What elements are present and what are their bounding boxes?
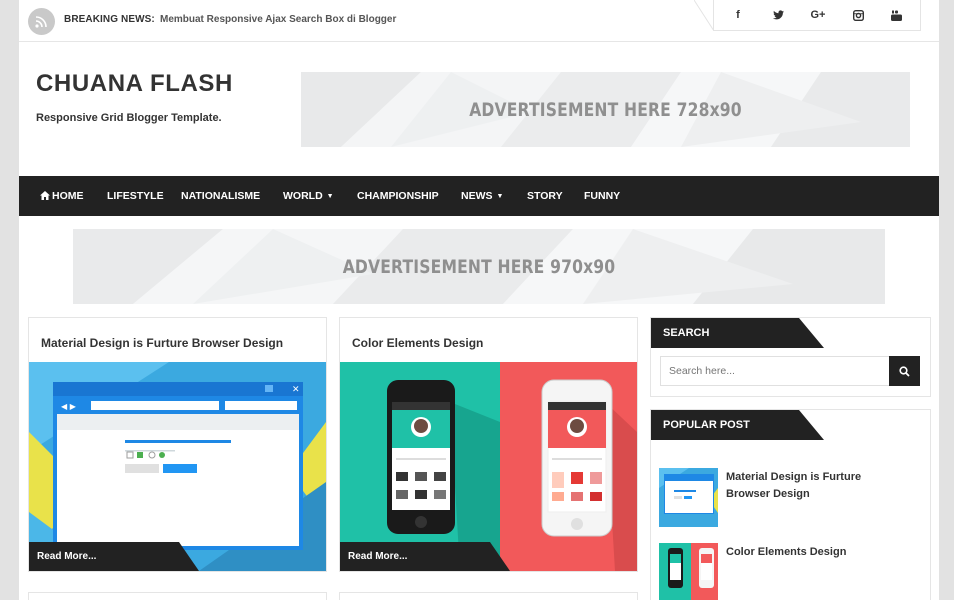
svg-text:✕: ✕ <box>292 385 300 395</box>
nav-item-lifestyle[interactable]: LIFESTYLE <box>107 176 164 216</box>
instagram-icon[interactable] <box>850 7 866 23</box>
popular-post-title[interactable]: Material Design is Furture Browser Desig… <box>726 469 896 503</box>
facebook-icon[interactable]: f <box>730 7 746 23</box>
page: BREAKING NEWS: Membuat Responsive Ajax S… <box>19 0 939 600</box>
nav-item-label: LIFESTYLE <box>107 190 164 202</box>
popular-post-widget: POPULAR POST Material Design is Furture … <box>650 409 931 600</box>
nav-item-label: NATIONALISME <box>181 190 261 202</box>
nav-item-label: CHAMPIONSHIP <box>357 190 439 202</box>
ad-banner-970[interactable]: ADVERTISEMENT HERE 970x90 <box>73 229 885 304</box>
widget-title: POPULAR POST <box>651 410 824 440</box>
ad-text-728: ADVERTISEMENT HERE 728x90 <box>469 99 742 121</box>
post-title[interactable]: Material Design is Furture Browser Desig… <box>41 336 283 350</box>
nav-item-label: HOME <box>52 190 84 202</box>
google-plus-icon[interactable]: G+ <box>808 7 828 23</box>
read-more-button[interactable]: Read More... <box>29 542 199 571</box>
nav-item-nationalisme[interactable]: NATIONALISME <box>181 176 260 216</box>
top-bar: BREAKING NEWS: Membuat Responsive Ajax S… <box>19 0 939 42</box>
post-card[interactable] <box>28 592 327 600</box>
nav-item-news[interactable]: NEWS ▼ <box>461 176 503 216</box>
popular-post-thumbnail[interactable] <box>659 543 718 600</box>
nav-item-story[interactable]: STORY <box>527 176 563 216</box>
search-widget: SEARCH <box>650 317 931 397</box>
read-more-label: Read More... <box>348 551 408 562</box>
read-more-button[interactable]: Read More... <box>340 542 510 571</box>
nav-item-funny[interactable]: FUNNY <box>584 176 620 216</box>
svg-text:◀ ▶: ◀ ▶ <box>61 402 77 411</box>
rss-icon[interactable] <box>28 8 55 35</box>
nav-item-world[interactable]: WORLD ▼ <box>283 176 334 216</box>
search-button[interactable] <box>889 356 920 386</box>
read-more-label: Read More... <box>37 551 97 562</box>
nav-item-label: FUNNY <box>584 190 621 202</box>
youtube-icon[interactable] <box>888 7 904 23</box>
phones-thumbnail <box>659 543 718 600</box>
twitter-icon[interactable] <box>770 7 786 23</box>
popular-widget-title: POPULAR POST <box>663 419 750 431</box>
breaking-news-label: BREAKING NEWS: <box>64 14 155 25</box>
nav-item-label: STORY <box>527 190 563 202</box>
site-title[interactable]: CHUANA FLASH <box>36 70 233 98</box>
breaking-news-link[interactable]: Membuat Responsive Ajax Search Box di Bl… <box>160 14 396 25</box>
social-bar-slant <box>694 0 715 31</box>
search-icon <box>899 366 910 377</box>
post-card[interactable]: Color Elements Design Read More... <box>339 317 638 572</box>
popular-post-thumbnail[interactable] <box>659 468 718 527</box>
ad-banner-728[interactable]: ADVERTISEMENT HERE 728x90 <box>301 72 910 147</box>
ad-text-970: ADVERTISEMENT HERE 970x90 <box>342 256 616 278</box>
site-tagline: Responsive Grid Blogger Template. <box>36 112 222 124</box>
search-widget-title: SEARCH <box>663 327 710 339</box>
search-input[interactable] <box>660 356 890 386</box>
phones-illustration <box>340 362 637 571</box>
post-thumbnail[interactable]: ✕ ◀ ▶ <box>29 362 326 571</box>
chevron-down-icon: ▼ <box>326 193 334 200</box>
post-thumbnail[interactable] <box>340 362 637 571</box>
nav-item-label: NEWS <box>461 190 493 202</box>
chevron-down-icon: ▼ <box>496 193 504 200</box>
home-icon <box>40 190 50 200</box>
social-links: f G+ <box>694 0 921 31</box>
popular-post-title[interactable]: Color Elements Design <box>726 544 896 561</box>
nav-item-home[interactable]: HOME <box>40 176 84 216</box>
post-card[interactable]: Material Design is Furture Browser Desig… <box>28 317 327 572</box>
post-card[interactable] <box>339 592 638 600</box>
post-title[interactable]: Color Elements Design <box>352 336 483 350</box>
browser-thumbnail <box>659 468 718 527</box>
browser-illustration: ✕ ◀ ▶ <box>29 362 326 571</box>
nav-item-championship[interactable]: CHAMPIONSHIP <box>357 176 439 216</box>
main-nav: HOME LIFESTYLE NATIONALISME WORLD ▼ CHAMP… <box>19 176 939 216</box>
widget-title: SEARCH <box>651 318 824 348</box>
nav-item-label: WORLD <box>283 190 323 202</box>
